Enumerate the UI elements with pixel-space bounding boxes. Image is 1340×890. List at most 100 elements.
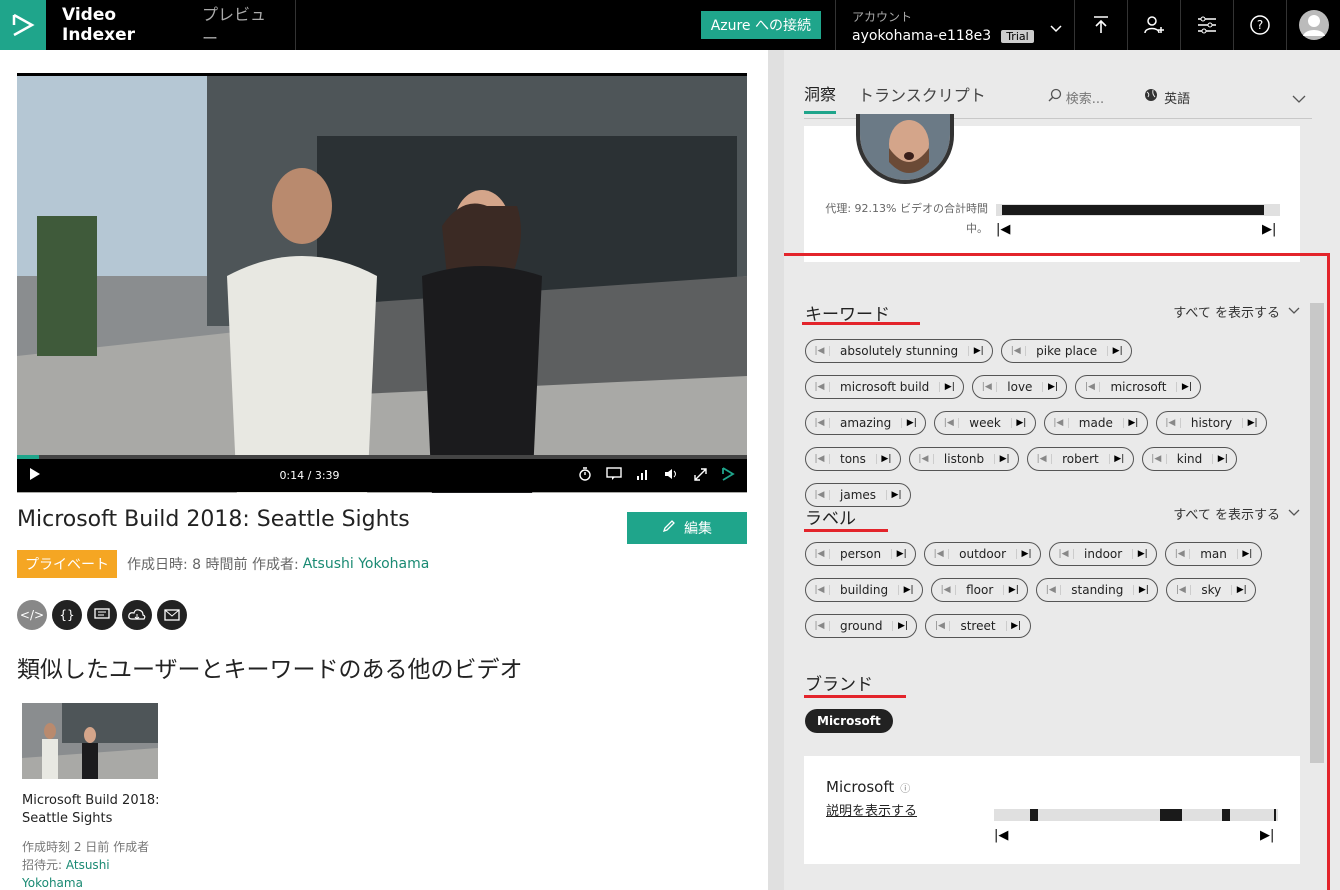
email-icon[interactable] (157, 600, 187, 630)
chip-next-icon[interactable]: ▶| (886, 490, 906, 500)
label-chip[interactable]: |◀ sky ▶| (1166, 578, 1257, 602)
chip-next-icon[interactable]: ▶| (1122, 418, 1143, 428)
chip-next-icon[interactable]: ▶| (1003, 585, 1023, 595)
help-icon[interactable]: ? (1234, 0, 1287, 50)
chip-next-icon[interactable]: ▶| (1042, 382, 1062, 392)
similar-video-thumbnail[interactable] (22, 703, 158, 779)
chip-prev-icon[interactable]: |◀ (1170, 549, 1191, 559)
chip-next-icon[interactable]: ▶| (891, 549, 911, 559)
chip-prev-icon[interactable]: |◀ (1049, 418, 1069, 428)
keyword-chip[interactable]: |◀ tons ▶| (805, 447, 901, 471)
keyword-chip[interactable]: |◀ microsoft build ▶| (805, 375, 965, 399)
chip-next-icon[interactable]: ▶| (1016, 549, 1036, 559)
chip-prev-icon[interactable]: |◀ (810, 346, 830, 356)
add-user-icon[interactable] (1128, 0, 1181, 50)
embed-icon[interactable]: </> (17, 600, 47, 630)
chip-next-icon[interactable]: ▶| (1108, 454, 1129, 464)
label-chip[interactable]: |◀ person ▶| (805, 542, 917, 566)
keyword-chip[interactable]: |◀ kind ▶| (1141, 447, 1238, 471)
chevron-down-icon[interactable] (1292, 88, 1306, 107)
chip-prev-icon[interactable]: |◀ (1006, 346, 1027, 356)
chip-prev-icon[interactable]: |◀ (977, 382, 998, 392)
person-thumbnail[interactable] (856, 114, 954, 184)
video-player[interactable] (17, 73, 747, 493)
chip-next-icon[interactable]: ▶| (1212, 454, 1232, 464)
chip-next-icon[interactable]: ▶| (939, 382, 959, 392)
keyword-chip[interactable]: |◀ listonb ▶| (908, 447, 1020, 471)
label-chip[interactable]: |◀ outdoor ▶| (924, 542, 1042, 566)
person-timeline[interactable] (996, 204, 1280, 216)
language-selector[interactable]: 英語 (1144, 88, 1190, 107)
edit-button[interactable]: 編集 (627, 512, 747, 544)
chip-prev-icon[interactable]: |◀ (810, 454, 830, 464)
keyword-chip[interactable]: |◀ amazing ▶| (805, 411, 927, 435)
label-chip[interactable]: |◀ floor ▶| (931, 578, 1029, 602)
chip-prev-icon[interactable]: |◀ (810, 549, 830, 559)
similar-video-title[interactable]: Microsoft Build 2018: Seattle Sights (22, 792, 172, 828)
chip-next-icon[interactable]: ▶| (1176, 382, 1196, 392)
tab-insights[interactable]: 洞察 (804, 81, 837, 114)
label-chip[interactable]: |◀ man ▶| (1165, 542, 1262, 566)
keyword-chip[interactable]: |◀ love ▶| (972, 375, 1068, 399)
chip-next-icon[interactable]: ▶| (1005, 621, 1026, 631)
keyword-chip[interactable]: |◀ made ▶| (1043, 411, 1148, 435)
chip-next-icon[interactable]: ▶| (994, 454, 1014, 464)
user-avatar-icon[interactable] (1287, 0, 1340, 50)
brand-chip[interactable]: Microsoft (805, 709, 893, 733)
quality-icon[interactable] (636, 468, 650, 483)
info-icon[interactable]: ⓘ (900, 784, 910, 795)
chip-next-icon[interactable]: ▶| (1133, 585, 1153, 595)
chip-prev-icon[interactable]: |◀ (1171, 585, 1192, 595)
fullscreen-icon[interactable] (694, 467, 707, 484)
keyword-chip[interactable]: |◀ microsoft ▶| (1075, 375, 1202, 399)
chip-next-icon[interactable]: ▶| (1107, 346, 1127, 356)
chip-prev-icon[interactable]: |◀ (810, 621, 830, 631)
timeline-next-icon[interactable]: ▶| (1260, 828, 1274, 843)
label-chip[interactable]: |◀ indoor ▶| (1049, 542, 1158, 566)
left-pane-scrollbar[interactable] (768, 50, 784, 890)
chip-next-icon[interactable]: ▶| (898, 585, 918, 595)
chip-next-icon[interactable]: ▶| (901, 418, 921, 428)
captions-icon[interactable] (606, 467, 622, 484)
chip-prev-icon[interactable]: |◀ (914, 454, 934, 464)
insights-scrollbar[interactable] (1310, 303, 1324, 763)
chip-next-icon[interactable]: ▶| (1132, 549, 1152, 559)
chip-prev-icon[interactable]: |◀ (810, 490, 830, 500)
chip-prev-icon[interactable]: |◀ (929, 549, 950, 559)
chip-prev-icon[interactable]: |◀ (810, 418, 830, 428)
search-box[interactable]: 検索... (1048, 88, 1104, 107)
account-selector[interactable]: アカウント ayokohama-e118e3 Trial (835, 0, 1075, 50)
privacy-badge[interactable]: プライベート (17, 550, 117, 578)
chip-next-icon[interactable]: ▶| (1236, 549, 1257, 559)
chip-prev-icon[interactable]: |◀ (930, 621, 951, 631)
label-chip[interactable]: |◀ building ▶| (805, 578, 924, 602)
invited-by-link[interactable]: Atsushi (66, 858, 110, 872)
video-indexer-logo[interactable] (0, 0, 46, 50)
keyword-chip[interactable]: |◀ absolutely stunning ▶| (805, 339, 994, 363)
keyword-chip[interactable]: |◀ week ▶| (934, 411, 1036, 435)
captions-download-icon[interactable] (87, 600, 117, 630)
chip-prev-icon[interactable]: |◀ (1161, 418, 1181, 428)
chip-prev-icon[interactable]: |◀ (1147, 454, 1167, 464)
chip-prev-icon[interactable]: |◀ (1032, 454, 1053, 464)
chip-next-icon[interactable]: ▶| (968, 346, 988, 356)
chip-next-icon[interactable]: ▶| (1231, 585, 1251, 595)
playback-speed-icon[interactable] (578, 467, 592, 484)
timeline-next-icon[interactable]: ▶| (1262, 222, 1276, 237)
chip-prev-icon[interactable]: |◀ (1080, 382, 1101, 392)
keywords-show-all[interactable]: すべて を表示する (1173, 302, 1300, 321)
label-chip[interactable]: |◀ standing ▶| (1036, 578, 1159, 602)
keyword-chip[interactable]: |◀ robert ▶| (1027, 447, 1134, 471)
azure-connect-button[interactable]: Azure への接続 (700, 11, 821, 39)
keyword-chip[interactable]: |◀ pike place ▶| (1001, 339, 1133, 363)
chip-prev-icon[interactable]: |◀ (1054, 549, 1075, 559)
chip-prev-icon[interactable]: |◀ (810, 585, 830, 595)
author-link[interactable]: Atsushi Yokohama (303, 556, 430, 572)
brand-timeline[interactable] (994, 809, 1278, 821)
chip-next-icon[interactable]: ▶| (875, 454, 896, 464)
label-chip[interactable]: |◀ ground ▶| (805, 614, 918, 638)
tab-transcript[interactable]: トランスクリプト (858, 82, 986, 112)
chip-prev-icon[interactable]: |◀ (936, 585, 957, 595)
invited-by-link-2[interactable]: Yokohama (22, 874, 172, 890)
keyword-chip[interactable]: |◀ history ▶| (1155, 411, 1268, 435)
